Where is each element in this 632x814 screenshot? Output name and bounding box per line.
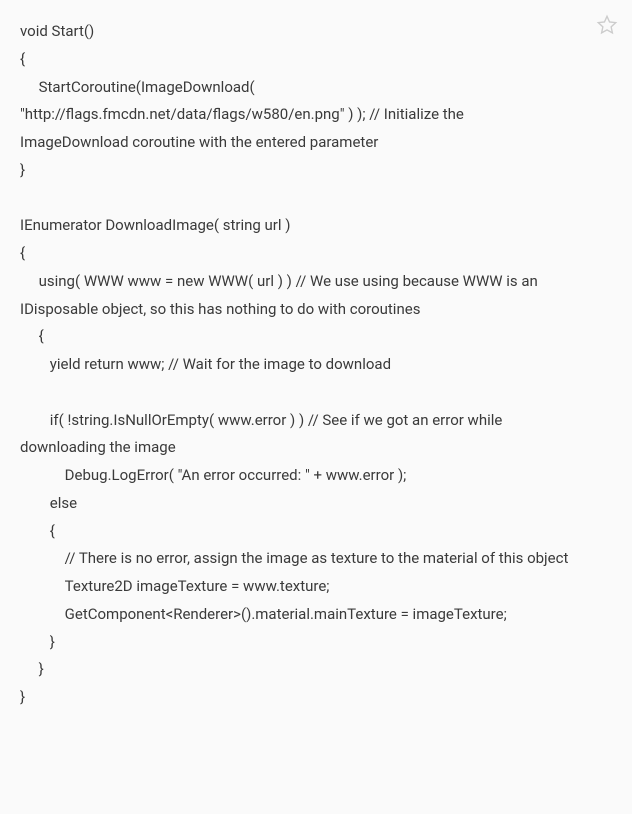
code-line: void Start() bbox=[20, 22, 94, 40]
code-line: Texture2D imageTexture = www.texture; bbox=[20, 577, 329, 595]
code-line: if( !string.IsNullOrEmpty( www.error ) )… bbox=[20, 411, 506, 457]
code-line: } bbox=[20, 688, 25, 706]
code-line: { bbox=[20, 244, 25, 262]
code-line: Debug.LogError( "An error occurred: " + … bbox=[20, 466, 406, 484]
code-line: GetComponent<Renderer>().material.mainTe… bbox=[20, 605, 507, 623]
code-content: void Start() { StartCoroutine(ImageDownl… bbox=[20, 18, 612, 712]
code-line: } bbox=[20, 633, 55, 651]
code-line: else bbox=[20, 494, 77, 512]
code-line: // There is no error, assign the image a… bbox=[20, 549, 568, 567]
code-line: StartCoroutine(ImageDownload( "http://fl… bbox=[20, 78, 468, 152]
code-line: { bbox=[20, 50, 25, 68]
code-line: { bbox=[20, 327, 44, 345]
code-line: yield return www; // Wait for the image … bbox=[20, 355, 391, 373]
code-line: } bbox=[20, 660, 44, 678]
favorite-star-icon[interactable] bbox=[596, 14, 618, 36]
code-line: { bbox=[20, 522, 55, 540]
code-line: using( WWW www = new WWW( url ) ) // We … bbox=[20, 272, 542, 318]
code-line: IEnumerator DownloadImage( string url ) bbox=[20, 216, 290, 234]
code-line: } bbox=[20, 161, 25, 179]
